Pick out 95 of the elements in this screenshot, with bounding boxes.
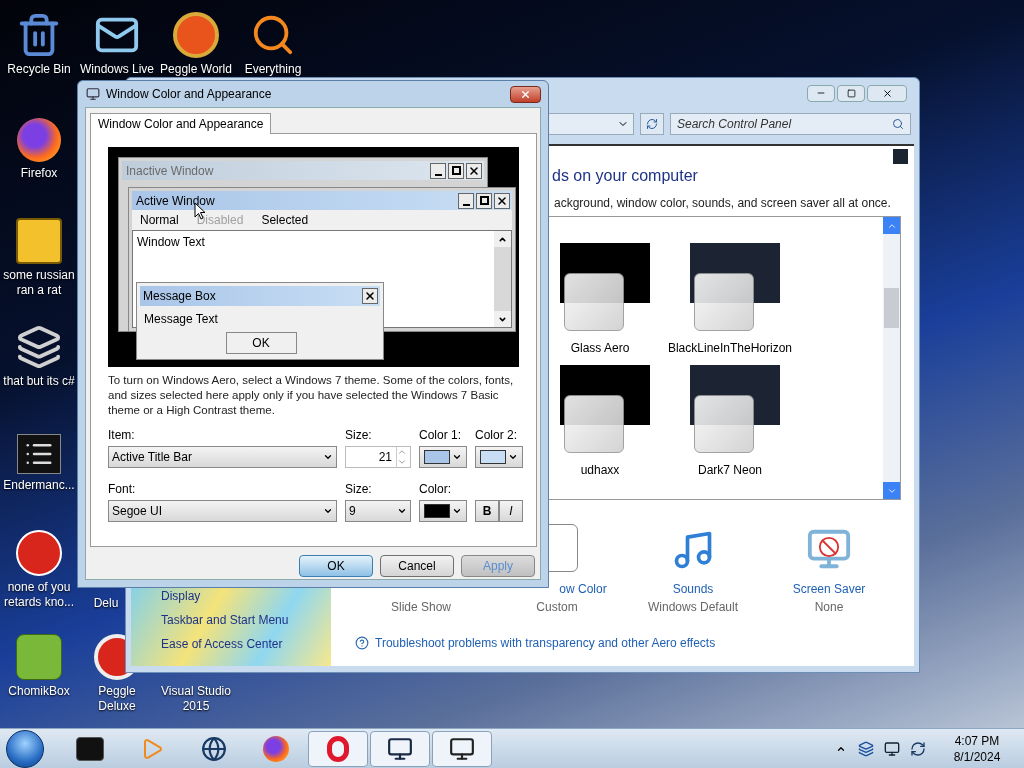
theme-name[interactable]: Dark7 Neon	[698, 461, 762, 479]
browser-icon	[263, 735, 289, 762]
field-label: Size:	[345, 481, 373, 498]
refresh-button[interactable]	[640, 113, 664, 135]
window-text: Window Text	[137, 234, 205, 251]
setting-link[interactable]: Sounds	[672, 580, 714, 598]
desktop-icon-label[interactable]: Everything	[244, 62, 302, 77]
setting-value: Windows Default	[647, 599, 738, 616]
item-dropdown[interactable]: Active Title Bar	[108, 446, 337, 468]
aero-note: To turn on Windows Aero, select a Windows 7 theme. Some of the colors, fonts, and sizes selected here apply only if you have selected the Windows 7 Basic theme or a High Contrast theme.	[108, 373, 515, 418]
side-link[interactable]: Display	[161, 587, 331, 605]
setting-link[interactable]: ow Color	[559, 580, 607, 598]
menu-item[interactable]: Normal	[140, 211, 179, 229]
monitor-icon	[86, 87, 100, 101]
desktop-icon-label[interactable]: Windows Live	[80, 62, 154, 77]
restore-button[interactable]	[837, 84, 865, 102]
scrollbar-thumb[interactable]	[884, 288, 899, 328]
list-window-icon	[17, 434, 61, 474]
monitor-icon	[448, 735, 476, 762]
desktop-icon-label[interactable]: some russian ran a rat	[0, 268, 78, 298]
message-text: Message Text	[143, 311, 219, 328]
window-title: Message Box	[143, 288, 216, 305]
help-icon	[355, 636, 369, 650]
dark-square-icon	[893, 149, 908, 164]
search-icon[interactable]	[892, 118, 904, 130]
field-label: Color:	[419, 481, 452, 498]
start-button[interactable]	[6, 729, 44, 768]
window-title: Active Window	[136, 192, 215, 210]
scrollbar[interactable]	[494, 231, 511, 327]
scrollbar[interactable]	[883, 217, 900, 499]
refresh-icon	[646, 118, 658, 130]
font-size-dropdown[interactable]: 9	[345, 500, 411, 522]
restore-icon	[846, 88, 856, 98]
dialog-button[interactable]: OK	[299, 555, 373, 577]
italic-button[interactable]: I	[499, 500, 523, 522]
monitor-icon	[386, 735, 414, 762]
troubleshoot-link[interactable]: Troubleshoot problems with transparency and other Aero effects	[375, 634, 716, 652]
browser-icon	[17, 118, 61, 162]
window-title: Window Color and Appearance	[106, 86, 272, 103]
minimize-button[interactable]	[807, 84, 835, 102]
desktop-icon-label[interactable]: ChomikBox	[8, 684, 70, 699]
desktop-icon-label[interactable]: Peggle Deluxe	[78, 684, 156, 714]
theme-name[interactable]: Glass Aero	[570, 339, 630, 357]
hamster-tile-icon	[16, 634, 62, 680]
page-subtitle: ackground, window color, sounds, and screen saver all at once.	[554, 195, 891, 212]
field-label: Font:	[108, 481, 137, 498]
round-emblem-icon	[16, 530, 62, 576]
color-2-picker[interactable]	[475, 446, 523, 468]
desktop-icon-label[interactable]: Peggle World	[160, 62, 232, 77]
bold-button[interactable]: B	[475, 500, 499, 522]
setting-value: Custom	[536, 599, 578, 616]
font-color-picker[interactable]	[419, 500, 467, 522]
setting-value: None	[814, 599, 844, 616]
close-icon	[881, 87, 893, 99]
desktop-icon-label[interactable]: Visual Studio 2015	[157, 684, 235, 714]
theme-name[interactable]: udhaxx	[580, 461, 620, 479]
setting-value: Slide Show	[390, 599, 451, 616]
side-link[interactable]: Taskbar and Start Menu	[161, 611, 331, 629]
globe-icon	[201, 735, 227, 762]
taskbar-button[interactable]	[370, 730, 430, 767]
field-label: Color 2:	[475, 427, 519, 444]
tray-app-icon[interactable]	[858, 740, 874, 757]
app-tile-icon	[16, 218, 62, 264]
menu-item[interactable]: Selected	[261, 211, 309, 229]
taskbar-button[interactable]	[432, 730, 492, 767]
stacked-windows-icon	[16, 324, 62, 370]
desktop-icon-label[interactable]: Recycle Bin	[7, 62, 71, 77]
close-icon	[520, 88, 531, 100]
search-field[interactable]: Search Control Panel	[670, 113, 911, 135]
color-1-picker[interactable]	[419, 446, 467, 468]
tab[interactable]: Window Color and Appearance	[90, 113, 272, 134]
close-button[interactable]	[510, 85, 541, 103]
setting-link[interactable]: Screen Saver	[792, 580, 866, 598]
sync-icon[interactable]	[910, 740, 926, 757]
field-label: Size:	[345, 427, 373, 444]
font-dropdown[interactable]: Segoe UI	[108, 500, 337, 522]
ok-button[interactable]: OK	[225, 332, 297, 354]
theme-name[interactable]: BlackLineInTheHorizon	[667, 339, 793, 357]
network-icon[interactable]	[884, 740, 900, 757]
field-label: Item:	[108, 427, 136, 444]
clock[interactable]: 4:07 PM 8/1/2024	[942, 732, 1012, 765]
desktop-icon-label[interactable]: Endermanc...	[3, 478, 75, 493]
desktop-icon-label[interactable]: Delu	[93, 596, 119, 611]
dialog-button[interactable]: Cancel	[380, 555, 454, 577]
minimize-icon	[430, 162, 446, 179]
page-heading: ds on your computer	[552, 166, 698, 186]
field-label: Color 1:	[419, 427, 463, 444]
desktop-icon-label[interactable]: that but its c#	[3, 374, 75, 389]
desktop-icon-label[interactable]: Firefox	[20, 166, 58, 181]
terminal-box-icon	[76, 736, 104, 761]
maximize-icon	[448, 162, 464, 179]
desktop-icon-label[interactable]: none of you retards kno...	[0, 580, 78, 610]
window-title: Inactive Window	[126, 162, 214, 180]
ring-icon	[327, 735, 349, 762]
side-link[interactable]: Ease of Access Center	[161, 635, 331, 653]
